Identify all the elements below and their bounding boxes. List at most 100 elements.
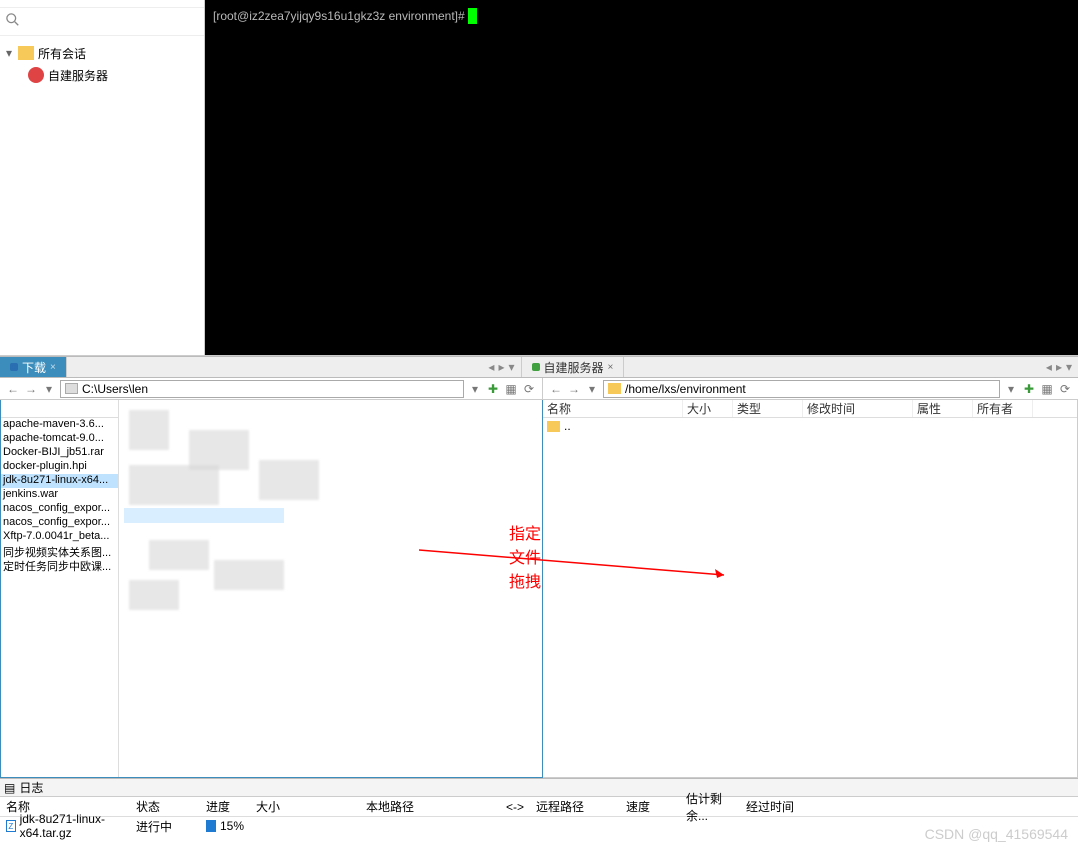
path-dropdown-icon[interactable]: ▾ xyxy=(1004,382,1018,396)
back-icon[interactable]: ← xyxy=(549,382,563,396)
remote-tab-nav: ◂ ▸ ▾ xyxy=(1040,357,1078,377)
log-header: 名称 状态 进度 大小 本地路径 <-> 远程路径 速度 估计剩余... 经过时… xyxy=(0,797,1078,817)
refresh-icon[interactable]: ⟳ xyxy=(522,382,536,396)
local-file-row[interactable]: Xftp-7.0.0041r_beta... xyxy=(1,530,118,544)
local-list-header xyxy=(1,400,118,418)
drag-annotation: 指定文件拖拽 xyxy=(509,520,542,592)
col-attr[interactable]: 属性 xyxy=(913,400,973,417)
session-tree-pane: ▾ 所有会话 自建服务器 xyxy=(0,0,205,355)
folder-icon xyxy=(18,46,34,60)
session-child-label: 自建服务器 xyxy=(48,67,108,84)
session-tree: ▾ 所有会话 自建服务器 xyxy=(0,36,204,355)
forward-icon[interactable]: → xyxy=(567,382,581,396)
local-file-row[interactable]: apache-tomcat-9.0... xyxy=(1,432,118,446)
forward-icon[interactable]: → xyxy=(24,382,38,396)
path-dropdown-icon[interactable]: ▾ xyxy=(468,382,482,396)
back-icon[interactable]: ← xyxy=(6,382,20,396)
remote-list-header: 名称 大小 类型 修改时间 属性 所有者 xyxy=(543,400,1077,418)
menu-icon[interactable]: ▾ xyxy=(508,360,514,374)
drag-arrow-icon xyxy=(419,545,739,585)
server-icon xyxy=(28,67,44,83)
remote-tab[interactable]: 自建服务器 × xyxy=(522,357,625,377)
progress-bar-icon xyxy=(206,820,216,832)
col-name[interactable]: 名称 xyxy=(543,400,683,417)
remote-path-toolbar: ← → ▾ /home/lxs/environment ▾ ✚ ▦ ⟳ xyxy=(543,378,1078,400)
log-panel-title-row: ▤ 日志 xyxy=(0,779,1078,797)
chevron-left-icon[interactable]: ◂ xyxy=(1046,360,1052,374)
history-dropdown-icon[interactable]: ▾ xyxy=(42,382,56,396)
local-file-row[interactable]: Docker-BIJI_jb51.rar xyxy=(1,446,118,460)
new-folder-icon[interactable]: ✚ xyxy=(486,382,500,396)
remote-parent-label: .. xyxy=(564,419,571,433)
remote-path-input[interactable]: /home/lxs/environment xyxy=(603,380,1000,398)
remote-path-text: /home/lxs/environment xyxy=(625,382,746,396)
local-path-toolbar: ← → ▾ C:\Users\len ▾ ✚ ▦ ⟳ xyxy=(0,378,543,400)
local-file-row[interactable]: jdk-8u271-linux-x64... xyxy=(1,474,118,488)
col-size[interactable]: 大小 xyxy=(683,400,733,417)
folder-icon xyxy=(608,383,621,394)
log-col-elapsed[interactable]: 经过时间 xyxy=(740,797,800,816)
view-options-icon[interactable]: ▦ xyxy=(504,382,518,396)
col-mtime[interactable]: 修改时间 xyxy=(803,400,913,417)
terminal-pane[interactable]: [root@iz2zea7yijqy9s16u1gkz3z environmen… xyxy=(205,0,1078,355)
log-status: 进行中 xyxy=(130,818,200,835)
log-col-local-path[interactable]: 本地路径 xyxy=(360,797,500,816)
local-pane: apache-maven-3.6...apache-tomcat-9.0...D… xyxy=(0,400,543,778)
col-owner[interactable]: 所有者 xyxy=(973,400,1033,417)
log-col-size[interactable]: 大小 xyxy=(250,797,360,816)
local-file-row[interactable]: docker-plugin.hpi xyxy=(1,460,118,474)
col-type[interactable]: 类型 xyxy=(733,400,803,417)
local-tab-nav: ◂ ▸ ▾ xyxy=(482,357,520,377)
local-file-row[interactable]: 定时任务同步中欧课... xyxy=(1,558,118,572)
local-file-row[interactable]: 同步视频实体关系图... xyxy=(1,544,118,558)
local-file-row[interactable]: apache-maven-3.6... xyxy=(1,418,118,432)
remote-pane: 名称 大小 类型 修改时间 属性 所有者 .. xyxy=(543,400,1078,778)
drive-icon xyxy=(65,383,78,394)
log-col-direction[interactable]: <-> xyxy=(500,797,530,816)
remote-file-list[interactable]: .. xyxy=(543,418,1077,777)
menu-icon[interactable]: ▾ xyxy=(1066,360,1072,374)
chevron-left-icon[interactable]: ◂ xyxy=(488,360,494,374)
session-root-label: 所有会话 xyxy=(38,45,86,62)
local-path-input[interactable]: C:\Users\len xyxy=(60,380,464,398)
log-progress: 15% xyxy=(220,819,244,833)
transfer-log-panel: ▤ 日志 名称 状态 进度 大小 本地路径 <-> 远程路径 速度 估计剩余..… xyxy=(0,778,1078,850)
chevron-right-icon[interactable]: ▸ xyxy=(498,360,504,374)
terminal-prompt: [root@iz2zea7yijqy9s16u1gkz3z environmen… xyxy=(213,9,468,23)
refresh-icon[interactable]: ⟳ xyxy=(1058,382,1072,396)
local-tab-label: 下载 xyxy=(22,359,46,376)
log-col-progress[interactable]: 进度 xyxy=(200,797,250,816)
local-tab[interactable]: 下载 × xyxy=(0,357,67,377)
session-search-input[interactable] xyxy=(26,15,198,29)
local-file-row[interactable]: nacos_config_expor... xyxy=(1,502,118,516)
remote-row-parent[interactable]: .. xyxy=(543,418,1077,434)
session-search-row xyxy=(0,8,204,36)
log-col-speed[interactable]: 速度 xyxy=(620,797,680,816)
log-col-status[interactable]: 状态 xyxy=(130,797,200,816)
local-file-row[interactable]: nacos_config_expor... xyxy=(1,516,118,530)
view-options-icon[interactable]: ▦ xyxy=(1040,382,1054,396)
local-file-list[interactable]: apache-maven-3.6...apache-tomcat-9.0...D… xyxy=(1,400,119,777)
chevron-right-icon[interactable]: ▸ xyxy=(1056,360,1062,374)
watermark-text: CSDN @qq_41569544 xyxy=(925,826,1068,842)
search-icon xyxy=(6,13,20,30)
session-root-row[interactable]: ▾ 所有会话 xyxy=(0,42,204,64)
history-dropdown-icon[interactable]: ▾ xyxy=(585,382,599,396)
log-row[interactable]: Z jdk-8u271-linux-x64.tar.gz 进行中 15% xyxy=(0,817,1078,835)
log-col-remote-path[interactable]: 远程路径 xyxy=(530,797,620,816)
close-icon[interactable]: × xyxy=(608,362,614,373)
local-detail-area: 指定文件拖拽 xyxy=(119,400,542,777)
local-tab-dot-icon xyxy=(10,363,18,371)
path-bars: ← → ▾ C:\Users\len ▾ ✚ ▦ ⟳ ← → ▾ /home/l… xyxy=(0,378,1078,400)
new-folder-icon[interactable]: ✚ xyxy=(1022,382,1036,396)
local-file-row[interactable]: jenkins.war xyxy=(1,488,118,502)
log-col-remaining[interactable]: 估计剩余... xyxy=(680,797,740,816)
close-icon[interactable]: × xyxy=(50,362,56,373)
remote-tab-label: 自建服务器 xyxy=(544,359,604,376)
upper-split: ▾ 所有会话 自建服务器 [root@iz2zea7yijqy9s16u1gkz… xyxy=(0,0,1078,356)
file-tabs-strip: 下载 × ◂ ▸ ▾ 自建服务器 × ◂ ▸ ▾ xyxy=(0,356,1078,378)
session-child-row[interactable]: 自建服务器 xyxy=(0,64,204,86)
tree-collapse-icon[interactable]: ▾ xyxy=(6,46,18,60)
folder-icon xyxy=(547,421,560,432)
log-title-text: 日志 xyxy=(19,779,43,796)
